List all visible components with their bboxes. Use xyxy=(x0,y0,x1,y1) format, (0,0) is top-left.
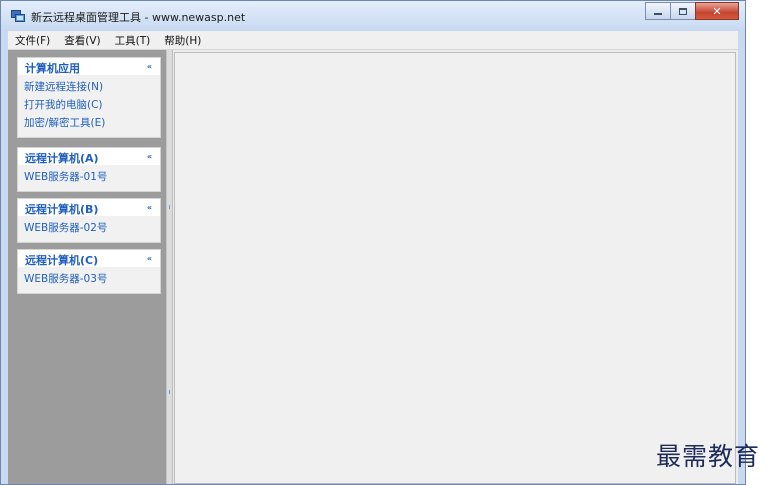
collapse-icon[interactable]: « xyxy=(144,61,155,72)
collapse-icon[interactable]: « xyxy=(144,151,155,162)
server-03-link[interactable]: WEB服务器-03号 xyxy=(24,270,160,288)
panel-body: WEB服务器-02号 xyxy=(18,216,160,242)
panel-title: 远程计算机(A) xyxy=(25,152,99,165)
splitter-grip-icon xyxy=(169,205,170,209)
server-01-link[interactable]: WEB服务器-01号 xyxy=(24,168,160,186)
server-02-link[interactable]: WEB服务器-02号 xyxy=(24,219,160,237)
open-my-computer-link[interactable]: 打开我的电脑(C) xyxy=(24,96,160,114)
splitter-grip-icon xyxy=(169,390,170,394)
menu-bar: 文件(F) 查看(V) 工具(T) 帮助(H) xyxy=(8,31,738,50)
close-button[interactable]: ✕ xyxy=(695,2,739,20)
menu-tools[interactable]: 工具(T) xyxy=(108,33,158,48)
minimize-button[interactable] xyxy=(645,2,671,20)
panel-remote-c: 远程计算机(C) « WEB服务器-03号 xyxy=(17,249,161,294)
panel-remote-b: 远程计算机(B) « WEB服务器-02号 xyxy=(17,198,161,243)
menu-file[interactable]: 文件(F) xyxy=(8,33,57,48)
panel-title: 远程计算机(C) xyxy=(25,254,99,267)
panel-computer-apps: 计算机应用 « 新建远程连接(N) 打开我的电脑(C) 加密/解密工具(E) xyxy=(17,57,161,138)
app-window: 新云远程桌面管理工具 - www.newasp.net ✕ 文件(F) 查看(V… xyxy=(0,0,746,485)
main-content-area[interactable] xyxy=(174,52,736,484)
panel-header[interactable]: 计算机应用 « xyxy=(18,58,160,75)
sidebar: 计算机应用 « 新建远程连接(N) 打开我的电脑(C) 加密/解密工具(E) 远… xyxy=(8,50,166,484)
collapse-icon[interactable]: « xyxy=(144,202,155,213)
menu-view[interactable]: 查看(V) xyxy=(57,33,107,48)
close-icon: ✕ xyxy=(712,4,722,18)
panel-title: 远程计算机(B) xyxy=(25,203,99,216)
title-bar[interactable]: 新云远程桌面管理工具 - www.newasp.net ✕ xyxy=(1,1,745,31)
panel-header[interactable]: 远程计算机(C) « xyxy=(18,250,160,267)
panel-header[interactable]: 远程计算机(A) « xyxy=(18,148,160,165)
watermark: 最需教育 xyxy=(656,442,761,471)
encrypt-decrypt-tool-link[interactable]: 加密/解密工具(E) xyxy=(24,114,160,132)
panel-body: 新建远程连接(N) 打开我的电脑(C) 加密/解密工具(E) xyxy=(18,75,160,137)
maximize-icon xyxy=(679,7,687,15)
maximize-button[interactable] xyxy=(670,2,696,20)
new-remote-connection-link[interactable]: 新建远程连接(N) xyxy=(24,78,160,96)
window-controls: ✕ xyxy=(645,2,739,21)
minimize-icon xyxy=(654,12,662,15)
panel-body: WEB服务器-01号 xyxy=(18,165,160,191)
menu-help[interactable]: 帮助(H) xyxy=(157,33,208,48)
splitter[interactable] xyxy=(166,50,173,484)
panel-header[interactable]: 远程计算机(B) « xyxy=(18,199,160,216)
panel-remote-a: 远程计算机(A) « WEB服务器-01号 xyxy=(17,147,161,192)
panel-title: 计算机应用 xyxy=(25,62,80,75)
client-area: 计算机应用 « 新建远程连接(N) 打开我的电脑(C) 加密/解密工具(E) 远… xyxy=(8,50,738,484)
collapse-icon[interactable]: « xyxy=(144,253,155,264)
panel-body: WEB服务器-03号 xyxy=(18,267,160,293)
window-title: 新云远程桌面管理工具 - www.newasp.net xyxy=(31,11,246,24)
app-icon xyxy=(11,10,25,22)
